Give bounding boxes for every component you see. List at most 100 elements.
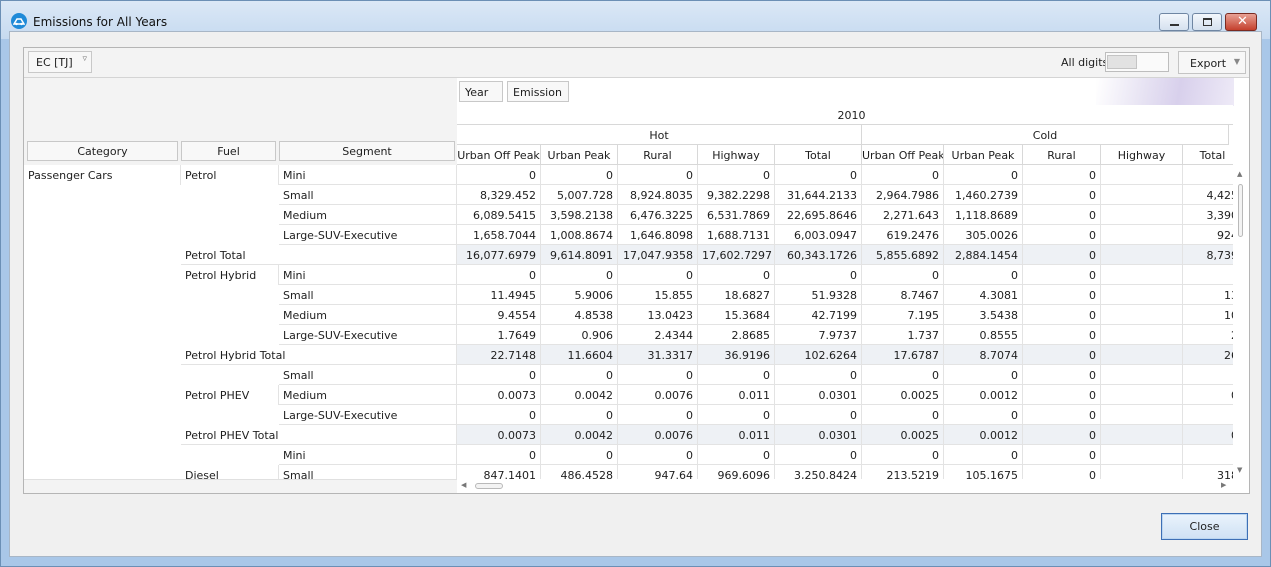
data-cell[interactable]: 15.3684 <box>698 305 775 325</box>
data-cell[interactable]: 18.6827 <box>698 285 775 305</box>
data-cell[interactable]: 0.0025 <box>862 385 944 405</box>
data-cell[interactable]: 4,425 <box>1183 185 1233 205</box>
data-cell[interactable]: 0 <box>1023 465 1101 479</box>
data-cell[interactable]: 0.0012 <box>944 385 1023 405</box>
close-button[interactable]: Close <box>1161 513 1248 540</box>
data-cell[interactable]: 42.7199 <box>775 305 862 325</box>
data-cell[interactable]: 102.6264 <box>775 345 862 365</box>
data-cell[interactable]: 6,003.0947 <box>775 225 862 245</box>
data-cell[interactable]: 486.4528 <box>541 465 618 479</box>
data-cell[interactable]: 0.0076 <box>618 425 698 445</box>
horizontal-scroll-thumb[interactable] <box>475 483 503 489</box>
data-cell[interactable] <box>1101 165 1183 185</box>
column-header-hot-total[interactable]: Total <box>775 145 862 165</box>
data-cell[interactable]: 5,007.728 <box>541 185 618 205</box>
data-cell[interactable]: 0 <box>862 265 944 285</box>
data-cell[interactable]: 8.7074 <box>944 345 1023 365</box>
row-header-segment[interactable]: Medium <box>279 305 457 325</box>
data-cell[interactable]: 4.8538 <box>541 305 618 325</box>
data-cell[interactable]: 0 <box>775 165 862 185</box>
row-total-label[interactable]: Petrol Total <box>181 245 457 265</box>
column-header-group-hot[interactable]: Hot <box>457 125 862 145</box>
data-cell[interactable]: 0 <box>1023 365 1101 385</box>
data-cell[interactable]: 3.5438 <box>944 305 1023 325</box>
data-cell[interactable]: 13 <box>1183 285 1233 305</box>
data-cell[interactable]: 2,884.1454 <box>944 245 1023 265</box>
data-cell[interactable]: 6,531.7869 <box>698 205 775 225</box>
data-cell[interactable]: 0 <box>862 445 944 465</box>
data-cell[interactable]: 17.6787 <box>862 345 944 365</box>
column-header-hot-urban-peak[interactable]: Urban Peak <box>541 145 618 165</box>
data-cell[interactable]: 0 <box>862 365 944 385</box>
data-cell[interactable]: 0 <box>1023 325 1101 345</box>
data-cell[interactable]: 13.0423 <box>618 305 698 325</box>
data-cell[interactable]: 4.3081 <box>944 285 1023 305</box>
row-header-fuel[interactable]: Petrol PHEV <box>181 385 279 405</box>
data-cell[interactable]: 0 <box>698 365 775 385</box>
data-cell[interactable]: 0 <box>944 405 1023 425</box>
data-cell[interactable]: 0 <box>775 445 862 465</box>
horizontal-scrollbar[interactable]: ◀ ▶ <box>457 479 1233 493</box>
data-cell[interactable]: 17,047.9358 <box>618 245 698 265</box>
data-cell[interactable]: 0 <box>457 165 541 185</box>
vertical-scrollbar[interactable]: ▲ ▼ <box>1233 168 1249 479</box>
data-cell[interactable]: 2.8685 <box>698 325 775 345</box>
scroll-right-icon[interactable]: ▶ <box>1221 481 1226 489</box>
data-cell[interactable]: 0 <box>1023 285 1101 305</box>
row-header-fuel[interactable]: Petrol Hybrid <box>181 265 279 285</box>
data-cell[interactable]: 2.4344 <box>618 325 698 345</box>
data-cell[interactable]: 7.195 <box>862 305 944 325</box>
data-cell[interactable]: 0 <box>541 445 618 465</box>
row-header-segment[interactable]: Mini <box>279 445 457 465</box>
data-cell[interactable]: 0.0073 <box>457 425 541 445</box>
row-header-segment[interactable]: Medium <box>279 205 457 225</box>
data-cell[interactable]: 15.855 <box>618 285 698 305</box>
column-header-cold-urban-off-peak[interactable]: Urban Off Peak <box>862 145 944 165</box>
row-header-segment[interactable]: Large-SUV-Executive <box>279 405 457 425</box>
data-cell[interactable]: 1.7649 <box>457 325 541 345</box>
row-header-segment[interactable]: Mini <box>279 265 457 285</box>
scroll-down-icon[interactable]: ▼ <box>1237 466 1242 474</box>
data-cell[interactable]: 10 <box>1183 305 1233 325</box>
data-cell[interactable]: 318 <box>1183 465 1233 479</box>
row-header-segment[interactable]: Small <box>279 465 457 479</box>
data-cell[interactable]: 0 <box>698 265 775 285</box>
row-header-segment[interactable]: Small <box>279 285 457 305</box>
data-cell[interactable]: 5,855.6892 <box>862 245 944 265</box>
data-cell[interactable]: 1,008.8674 <box>541 225 618 245</box>
data-cell[interactable]: 6,476.3225 <box>618 205 698 225</box>
data-cell[interactable]: 9.4554 <box>457 305 541 325</box>
data-cell[interactable]: 969.6096 <box>698 465 775 479</box>
row-header-segment[interactable]: Large-SUV-Executive <box>279 325 457 345</box>
data-cell[interactable] <box>1183 405 1233 425</box>
data-cell[interactable] <box>1101 365 1183 385</box>
data-cell[interactable]: 0.0301 <box>775 385 862 405</box>
data-cell[interactable]: 0.906 <box>541 325 618 345</box>
data-cell[interactable]: 0.0042 <box>541 385 618 405</box>
data-cell[interactable]: 0.0076 <box>618 385 698 405</box>
data-cell[interactable]: 0 <box>1183 385 1233 405</box>
row-header-category[interactable]: Passenger Cars <box>24 165 181 185</box>
data-cell[interactable]: 1,658.7044 <box>457 225 541 245</box>
data-cell[interactable]: 6,089.5415 <box>457 205 541 225</box>
data-cell[interactable]: 0 <box>618 365 698 385</box>
data-cell[interactable]: 22,695.8646 <box>775 205 862 225</box>
data-cell[interactable]: 1,646.8098 <box>618 225 698 245</box>
maximize-button[interactable] <box>1192 13 1222 31</box>
data-cell[interactable]: 1.737 <box>862 325 944 345</box>
column-header-hot-urban-off-peak[interactable]: Urban Off Peak <box>457 145 541 165</box>
data-cell[interactable]: 0 <box>457 445 541 465</box>
data-cell[interactable]: 0 <box>1023 305 1101 325</box>
column-header-cold-total[interactable]: Total <box>1183 145 1233 165</box>
data-cell[interactable]: 9,382.2298 <box>698 185 775 205</box>
scroll-up-icon[interactable]: ▲ <box>1237 170 1242 178</box>
data-cell[interactable]: 0 <box>1183 425 1233 445</box>
data-cell[interactable] <box>1101 245 1183 265</box>
data-cell[interactable]: 0 <box>1023 425 1101 445</box>
data-cell[interactable] <box>1183 265 1233 285</box>
data-cell[interactable] <box>1101 265 1183 285</box>
data-cell[interactable] <box>1101 285 1183 305</box>
data-cell[interactable]: 0 <box>457 405 541 425</box>
data-cell[interactable]: 0 <box>1023 225 1101 245</box>
data-cell[interactable]: 0 <box>698 165 775 185</box>
